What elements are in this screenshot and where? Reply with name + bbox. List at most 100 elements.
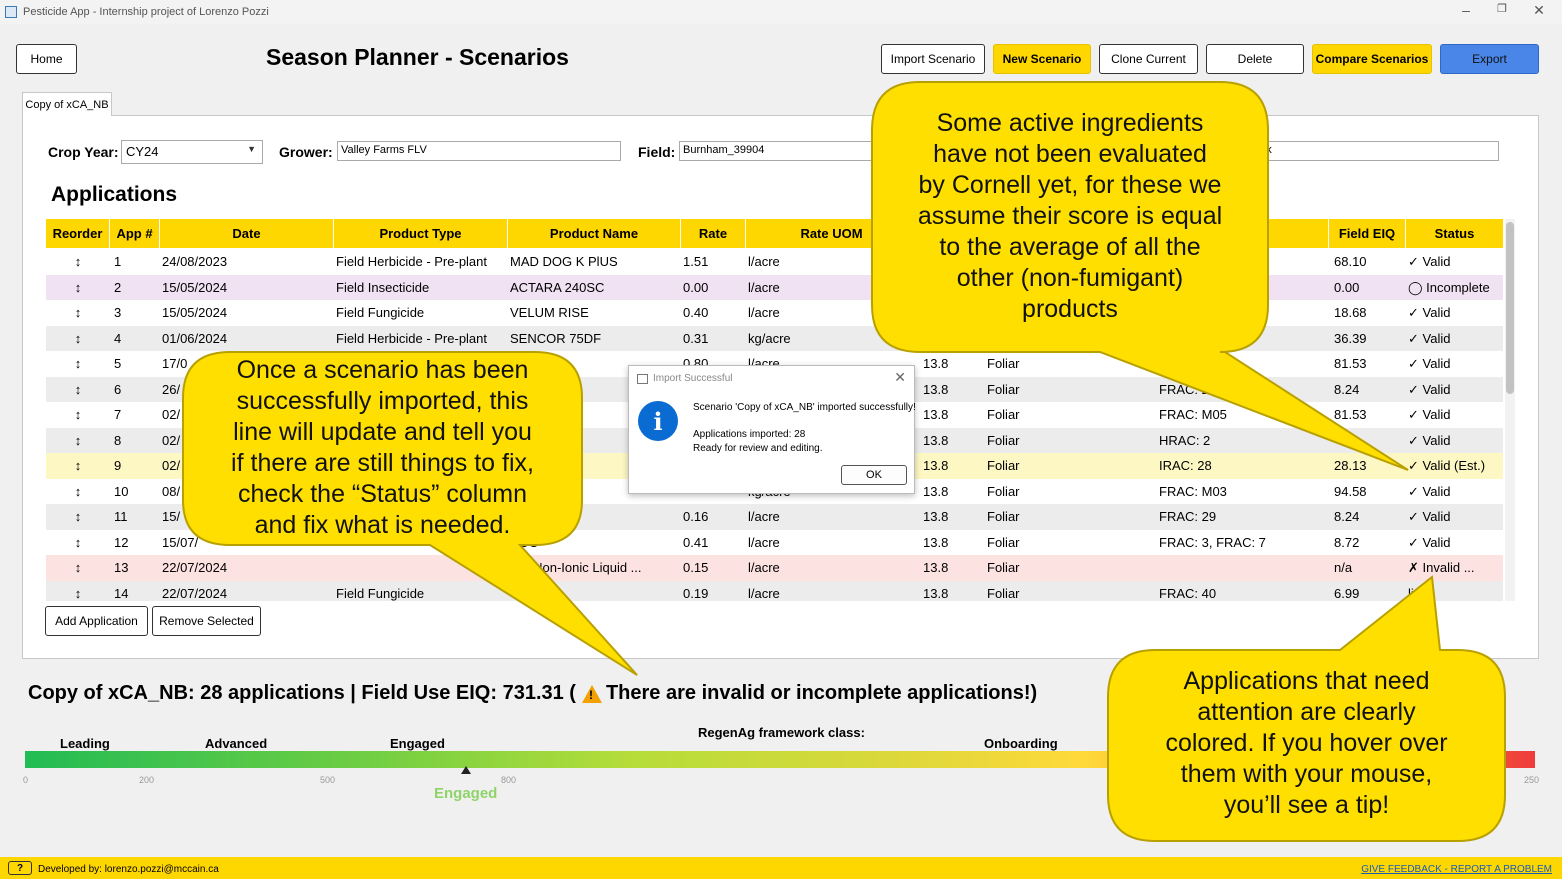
grower-field[interactable]: Valley Farms FLV xyxy=(337,141,621,161)
col-product-type[interactable]: Product Type xyxy=(334,219,508,248)
feedback-link[interactable]: GIVE FEEDBACK - REPORT A PROBLEM xyxy=(1361,864,1552,875)
table-row[interactable]: ↕ 3 15/05/2024 Field Fungicide VELUM RISE 0.4… xyxy=(46,300,1503,326)
callout-line: by Cornell yet, for these we xyxy=(918,171,1222,199)
col-date[interactable]: Date xyxy=(160,219,334,248)
cell-type: Field Insecticide xyxy=(336,279,430,295)
drag-handle-icon[interactable]: ↕ xyxy=(46,453,110,479)
col-rate[interactable]: Rate xyxy=(681,219,746,248)
add-application-button[interactable]: Add Application xyxy=(45,606,148,636)
callout-line: and fix what is needed. xyxy=(254,511,511,539)
drag-handle-icon[interactable]: ↕ xyxy=(46,530,110,556)
dialog-close-icon[interactable]: ✕ xyxy=(894,369,906,386)
cell-rate: 0.31 xyxy=(683,330,709,346)
callout-line: attention are clearly xyxy=(1197,698,1416,726)
cell-date: 24/08/2023 xyxy=(162,254,228,269)
drag-handle-icon[interactable]: ↕ xyxy=(46,581,110,602)
drag-handle-icon[interactable]: ↕ xyxy=(46,351,110,377)
ok-button[interactable]: OK xyxy=(841,465,907,485)
field-field[interactable]: Burnham_39904 xyxy=(679,141,879,161)
drag-handle-icon[interactable]: ↕ xyxy=(46,300,110,326)
cell-ai: 13.8 xyxy=(923,585,949,601)
cell-ai: 13.8 xyxy=(923,458,949,473)
cell-ai: 13.8 xyxy=(923,432,949,448)
table-row[interactable]: ↕ 13 22/07/2024 e iii Non-Ionic Liquid ... 0… xyxy=(46,555,1503,581)
cell-date: 22/07/2024 xyxy=(162,560,228,575)
import-scenario-button[interactable]: Import Scenario xyxy=(881,44,985,74)
drag-handle-icon[interactable]: ↕ xyxy=(46,377,110,403)
cell-name: VELUM RISE xyxy=(510,305,589,320)
drag-handle-icon[interactable]: ↕ xyxy=(46,402,110,428)
drag-handle-icon[interactable]: ↕ xyxy=(46,555,110,581)
col-field-eiq[interactable]: Field EIQ xyxy=(1329,219,1406,248)
drag-handle-icon[interactable]: ↕ xyxy=(46,479,110,505)
col-reorder[interactable]: Reorder xyxy=(46,219,110,248)
table-row[interactable]: ↕ 14 22/07/2024 Field Fungicide 0.19 l/acre 13… xyxy=(46,580,1503,602)
table-row[interactable]: ↕ 2 15/05/2024 Field Insecticide ACTARA 240S… xyxy=(46,274,1503,301)
export-button[interactable]: Export xyxy=(1440,44,1539,74)
drag-handle-icon[interactable]: ↕ xyxy=(46,504,110,530)
crop-year-value: CY24 xyxy=(126,144,159,159)
cell-method: Foliar xyxy=(987,534,1020,550)
col-status[interactable]: Status xyxy=(1406,219,1503,248)
crop-year-select[interactable]: CY24 ▼ xyxy=(121,140,263,164)
cell-type: Field Fungicide xyxy=(336,305,425,320)
callout-line: Applications that need xyxy=(1183,667,1430,695)
tick-label: 250 xyxy=(1524,775,1540,785)
cell-eiq: 6.99 xyxy=(1334,585,1360,601)
warning-icon xyxy=(581,684,602,703)
callout-line: successfully imported, this xyxy=(236,387,529,415)
band-advanced: Advanced xyxy=(205,736,268,751)
col-product-name[interactable]: Product Name xyxy=(508,219,681,248)
tick-label: 800 xyxy=(501,775,517,785)
remove-selected-button[interactable]: Remove Selected xyxy=(152,606,261,636)
table-scroll-thumb[interactable] xyxy=(1506,222,1514,394)
app-icon xyxy=(5,6,17,18)
table-row[interactable]: ↕ 1 24/08/2023 Field Herbicide - Pre-plant M… xyxy=(46,249,1503,275)
scenario-summary: Copy of xCA_NB: 28 applications | Field … xyxy=(28,682,1037,705)
cell-eiq: 36.39 xyxy=(1334,330,1367,346)
cell-n: 12 xyxy=(114,534,129,550)
cell-eiq: 18.68 xyxy=(1334,305,1367,320)
cell-ai: 13.8 xyxy=(923,356,949,371)
crop-year-label: Crop Year: xyxy=(48,144,119,160)
cell-date: 01/06/2024 xyxy=(162,330,228,346)
drag-handle-icon[interactable]: ↕ xyxy=(46,428,110,454)
cell-status: ✓ Valid xyxy=(1408,254,1451,269)
variety-field[interactable]: ank xyxy=(1250,141,1499,161)
cell-rate: 1.51 xyxy=(683,254,709,269)
cell-date: 15/05/2024 xyxy=(162,305,228,320)
current-eiq-marker xyxy=(461,766,471,774)
col-app-number[interactable]: App # xyxy=(110,219,160,248)
cell-n: 9 xyxy=(114,458,122,473)
cell-eiq xyxy=(1334,428,1404,454)
band-onboarding: Onboarding xyxy=(984,736,1058,751)
drag-handle-icon[interactable]: ↕ xyxy=(46,326,110,352)
home-button[interactable]: Home xyxy=(16,44,77,74)
import-success-dialog: Import Successful ✕ i Scenario 'Copy of … xyxy=(628,365,916,494)
cell-status: ✓ Valid xyxy=(1408,381,1451,397)
cell-uom: l/acre xyxy=(748,560,780,575)
cell-eiq: 81.53 xyxy=(1334,407,1367,422)
cell-name xyxy=(510,581,680,602)
tick-label: 500 xyxy=(320,775,336,785)
tab-copy-of-xca-nb[interactable]: Copy of xCA_NB xyxy=(22,92,112,116)
table-row[interactable]: ↕ 4 01/06/2024 Field Herbicide - Pre-plant S… xyxy=(46,325,1503,352)
drag-handle-icon[interactable]: ↕ xyxy=(46,249,110,275)
cell-n: 11 xyxy=(114,509,128,524)
clone-current-button[interactable]: Clone Current xyxy=(1099,44,1198,74)
cell-status: ✓ Valid xyxy=(1408,407,1451,422)
cell-type xyxy=(336,555,508,581)
close-icon[interactable]: ✕ xyxy=(1529,2,1549,19)
compare-scenarios-button[interactable]: Compare Scenarios xyxy=(1312,44,1432,74)
help-button[interactable]: ? xyxy=(8,861,32,875)
minimize-icon[interactable]: – xyxy=(1456,2,1476,18)
delete-button[interactable]: Delete xyxy=(1206,44,1304,74)
maximize-icon[interactable]: ❐ xyxy=(1492,2,1512,15)
cell-rate: 0.19 xyxy=(683,585,709,601)
field-label: Field: xyxy=(638,144,676,160)
cell-date: 22/07/2024 xyxy=(162,585,228,601)
drag-handle-icon[interactable]: ↕ xyxy=(46,275,110,301)
new-scenario-button[interactable]: New Scenario xyxy=(993,44,1091,74)
cell-status: ✓ Valid (Est.) xyxy=(1408,458,1486,473)
cell-n: 4 xyxy=(114,330,122,346)
